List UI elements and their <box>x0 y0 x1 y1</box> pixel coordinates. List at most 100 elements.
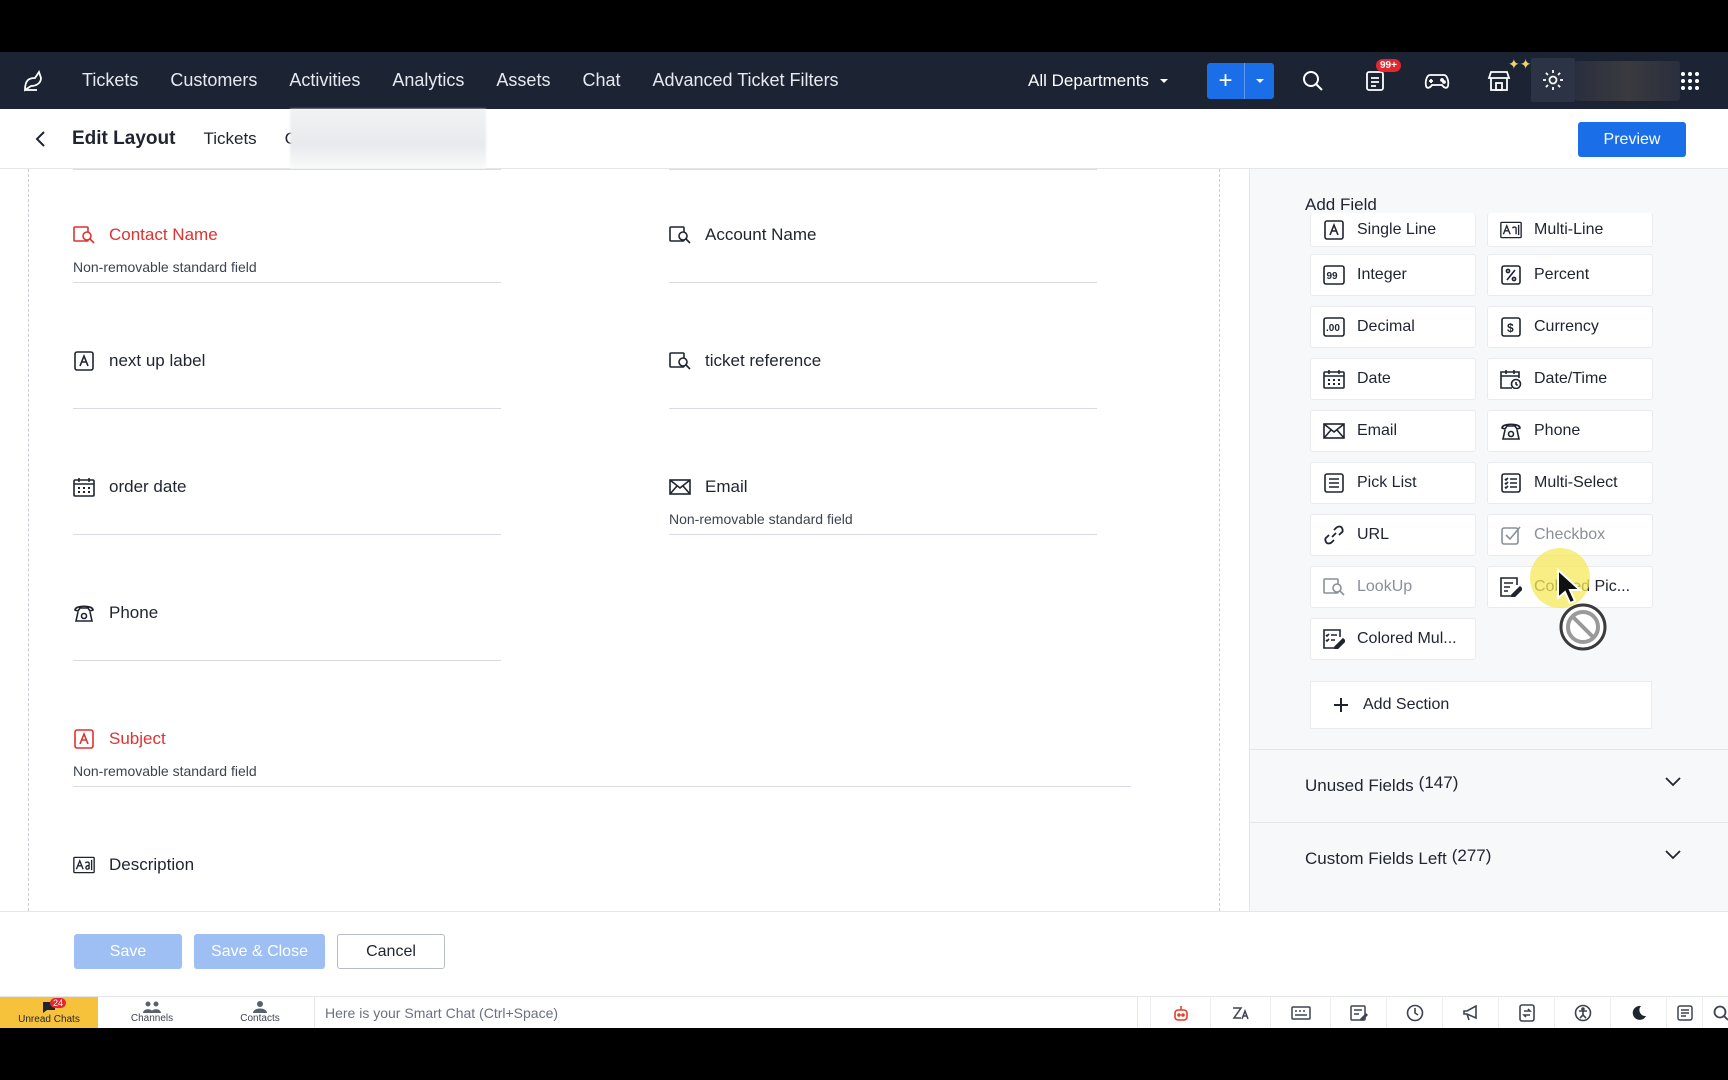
field-type-decimal[interactable]: .00 Decimal <box>1310 306 1476 348</box>
keyboard-icon[interactable] <box>1270 997 1330 1028</box>
lookup-icon <box>669 225 691 245</box>
nav-assets[interactable]: Assets <box>480 52 566 109</box>
field-underline <box>73 282 501 283</box>
search-icon[interactable] <box>1298 66 1328 96</box>
add-section-button[interactable]: Add Section <box>1310 681 1652 729</box>
back-arrow-icon[interactable] <box>0 130 80 148</box>
save-button[interactable]: Save <box>74 934 182 969</box>
field-label: Description <box>109 855 195 874</box>
field-type-pick-list[interactable]: Pick List <box>1310 462 1476 504</box>
caret-down-icon[interactable] <box>1245 63 1274 99</box>
custom-fields-left-count: (277) <box>1451 845 1492 865</box>
field-account-name[interactable]: Account Name <box>669 225 1097 283</box>
settings-button[interactable] <box>1531 58 1575 102</box>
field-type-colored-multiselect[interactable]: Colored Mul... <box>1310 618 1476 660</box>
field-note: Non-removable standard field <box>669 511 853 527</box>
field-ticket-reference[interactable]: ticket reference <box>669 351 1097 409</box>
accessibility-icon[interactable] <box>1554 997 1610 1028</box>
field-label-row: ticket reference <box>669 351 1097 371</box>
field-contact-name[interactable]: Contact Name Non-removable standard fiel… <box>73 225 501 283</box>
field-type-email[interactable]: Email <box>1310 410 1476 452</box>
field-type-lookup[interactable]: LookUp <box>1310 566 1476 608</box>
caret-down-icon <box>1159 78 1168 83</box>
custom-fields-left-accordion[interactable]: Custom Fields Left (277) <box>1250 822 1728 894</box>
field-type-currency[interactable]: $ Currency <box>1487 306 1653 348</box>
unused-fields-accordion[interactable]: Unused Fields (147) <box>1250 749 1728 821</box>
field-label: Phone <box>109 603 159 622</box>
field-type-percent[interactable]: Percent <box>1487 254 1653 296</box>
dark-mode-icon[interactable] <box>1610 997 1666 1028</box>
multi-line-icon <box>73 855 95 875</box>
layout-canvas: Contact Name Non-removable standard fiel… <box>28 169 1220 911</box>
field-type-url[interactable]: URL <box>1310 514 1476 556</box>
nav-analytics[interactable]: Analytics <box>376 52 480 109</box>
field-order-date[interactable]: order date <box>73 477 501 535</box>
mouse-pointer-icon <box>1557 568 1583 605</box>
avatar[interactable] <box>1575 61 1680 101</box>
search-icon[interactable] <box>1702 997 1728 1028</box>
notes-icon[interactable] <box>1330 997 1386 1028</box>
contacts-button[interactable]: Contacts <box>206 997 314 1029</box>
switch-icon[interactable] <box>1498 997 1554 1028</box>
field-type-multi-select[interactable]: Multi-Select <box>1487 462 1653 504</box>
field-type-multi-line[interactable]: Multi-Line <box>1487 213 1653 247</box>
field-phone[interactable]: Phone <box>73 603 501 661</box>
lookup-icon <box>1323 577 1345 597</box>
game-controller-icon[interactable] <box>1422 66 1452 96</box>
field-label-row: Subject <box>73 729 1131 749</box>
field-type-single-line[interactable]: Single Line <box>1310 213 1476 247</box>
picklist-icon <box>1323 473 1345 493</box>
new-item-button[interactable]: + <box>1207 63 1274 99</box>
field-email[interactable]: Email Non-removable standard field <box>669 477 1097 535</box>
field-underline <box>73 786 1131 787</box>
nav-activities[interactable]: Activities <box>273 52 376 109</box>
field-note <box>669 259 1097 276</box>
cancel-button[interactable]: Cancel <box>337 934 445 969</box>
channels-button[interactable]: Channels <box>98 997 206 1029</box>
chat-history-icon[interactable] <box>1666 997 1702 1028</box>
field-label: Subject <box>109 729 166 748</box>
bot-icon[interactable] <box>1150 997 1210 1028</box>
nav-customers[interactable]: Customers <box>154 52 273 109</box>
nav-tickets[interactable]: Tickets <box>66 52 154 109</box>
field-underline <box>73 408 501 409</box>
field-subject[interactable]: Subject Non-removable standard field <box>73 729 1131 787</box>
preview-button[interactable]: Preview <box>1578 122 1686 157</box>
save-and-close-button[interactable]: Save & Close <box>194 934 325 969</box>
desk-logo-icon[interactable] <box>0 52 66 109</box>
apps-grid-icon[interactable] <box>1675 66 1705 96</box>
top-navigation: Tickets Customers Activities Analytics A… <box>0 52 1728 109</box>
unread-chats-button[interactable]: Unread Chats 24 <box>0 996 98 1028</box>
nav-advanced-ticket-filters[interactable]: Advanced Ticket Filters <box>636 52 854 109</box>
redacted-layout-name <box>290 109 486 169</box>
department-selector[interactable]: All Departments <box>1028 52 1169 109</box>
clock-icon[interactable] <box>1386 997 1442 1028</box>
smart-chat-input[interactable]: Here is your Smart Chat (Ctrl+Space) <box>314 997 1138 1028</box>
chevron-down-icon <box>1665 777 1681 787</box>
notifications-badge: 99+ <box>1376 59 1401 72</box>
plus-icon <box>1334 698 1348 712</box>
field-type-date-time[interactable]: Date/Time <box>1487 358 1653 400</box>
breadcrumb-tickets[interactable]: Tickets <box>203 129 256 149</box>
link-icon <box>1323 525 1345 545</box>
field-type-phone[interactable]: Phone <box>1487 410 1653 452</box>
svg-text:99: 99 <box>1327 271 1339 282</box>
single-line-icon <box>73 351 95 371</box>
field-underline <box>669 169 1097 170</box>
field-type-date[interactable]: Date <box>1310 358 1476 400</box>
nav-chat[interactable]: Chat <box>566 52 636 109</box>
status-icons <box>1150 997 1728 1028</box>
field-type-label: Email <box>1357 422 1398 439</box>
field-next-up-label[interactable]: next up label <box>73 351 501 409</box>
phone-icon <box>73 603 95 623</box>
translate-icon[interactable] <box>1210 997 1270 1028</box>
plus-icon[interactable]: + <box>1207 63 1245 99</box>
notifications-icon[interactable]: 99+ <box>1360 59 1401 96</box>
field-type-label: Checkbox <box>1534 526 1606 543</box>
field-label-row: order date <box>73 477 501 497</box>
field-type-label: LookUp <box>1357 578 1413 595</box>
field-type-integer[interactable]: 99 Integer <box>1310 254 1476 296</box>
announcement-icon[interactable] <box>1442 997 1498 1028</box>
date-icon <box>1323 369 1345 389</box>
field-description[interactable]: Description <box>73 855 1131 875</box>
